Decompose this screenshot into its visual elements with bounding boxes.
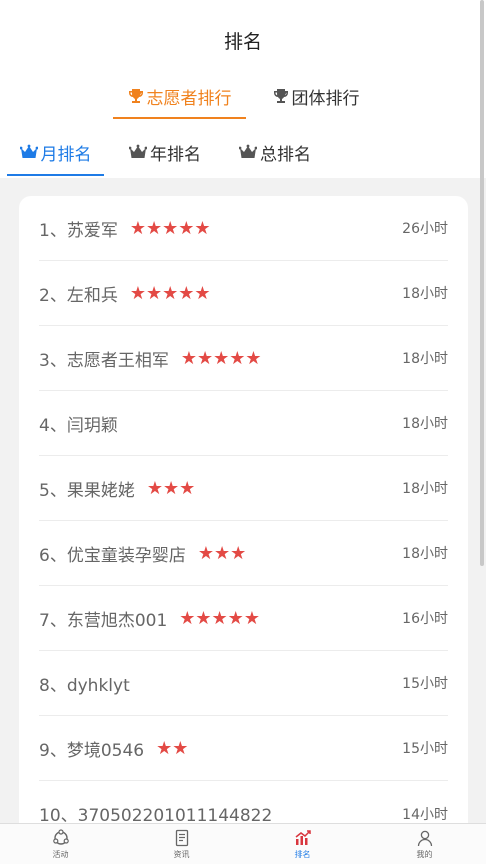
list-item[interactable]: 2、左和兵 ★★★★★ 18小时 (39, 261, 448, 326)
volunteer-name: 2、左和兵 (39, 285, 118, 306)
nav-item-profile[interactable]: 我的 (364, 824, 485, 864)
scrollbar[interactable] (480, 0, 484, 566)
trophy-icon (128, 88, 144, 104)
volunteer-name: 3、志愿者王相军 (39, 350, 169, 371)
nav-label: 排名 (294, 850, 311, 859)
nav-item-news[interactable]: 资讯 (121, 824, 242, 864)
volunteer-name: 4、闫玥颖 (39, 415, 118, 436)
nav-label: 活动 (52, 850, 69, 859)
tab-team-ranking[interactable]: 团体排行 (262, 74, 370, 118)
ranking-chart-icon (294, 829, 312, 847)
star-rating: ★★★ (146, 477, 196, 499)
crown-icon (239, 144, 257, 160)
header: 排名 志愿者排行 团体排行 月排名 年排名 总排名 (0, 0, 486, 178)
star-rating: ★★★★★ (129, 282, 211, 304)
service-hours: 18小时 (402, 481, 448, 497)
tab-volunteer-ranking[interactable]: 志愿者排行 (113, 74, 246, 119)
nav-item-activity[interactable]: 活动 (0, 824, 121, 864)
star-rating: ★★ (156, 737, 189, 759)
star-rating: ★★★ (197, 542, 247, 564)
service-hours: 14小时 (402, 806, 448, 823)
news-icon (173, 829, 191, 847)
list-item[interactable]: 7、东营旭杰001 ★★★★★ 16小时 (39, 586, 448, 651)
list-item[interactable]: 8、dyhklyt 15小时 (39, 651, 448, 716)
list-item[interactable]: 6、优宝童装孕婴店 ★★★ 18小时 (39, 521, 448, 586)
star-rating: ★★★★★ (180, 347, 262, 369)
list-item[interactable]: 5、果果姥姥 ★★★ 18小时 (39, 456, 448, 521)
service-hours: 16小时 (402, 611, 448, 627)
nav-label: 我的 (416, 850, 433, 859)
service-hours: 18小时 (402, 546, 448, 562)
bottom-nav: 活动 资讯 排名 我的 (0, 823, 486, 864)
volunteer-name: 7、东营旭杰001 (39, 610, 168, 631)
service-hours: 26小时 (402, 221, 448, 237)
star-rating: ★★★★★ (179, 607, 260, 629)
volunteer-name: 8、dyhklyt (39, 675, 130, 696)
volunteer-name: 9、梦境0546 (39, 740, 145, 761)
list-item[interactable]: 4、闫玥颖 18小时 (39, 391, 448, 456)
service-hours: 15小时 (402, 676, 448, 692)
ranking-type-tabs: 志愿者排行 团体排行 (0, 74, 486, 120)
list-item[interactable]: 9、梦境0546 ★★ 15小时 (39, 716, 448, 781)
star-rating: ★★★★★ (129, 217, 211, 239)
tab-yearly-ranking-label: 年排名 (150, 144, 201, 165)
ranking-list: 1、苏爱军 ★★★★★ 26小时 2、左和兵 ★★★★★ 18小时 3、志愿者王… (19, 196, 468, 836)
crown-icon (129, 144, 147, 160)
ranking-period-tabs: 月排名 年排名 总排名 (0, 128, 486, 176)
tab-yearly-ranking[interactable]: 年排名 (120, 128, 210, 176)
list-item[interactable]: 1、苏爱军 ★★★★★ 26小时 (39, 196, 448, 261)
crown-icon (19, 144, 38, 160)
activity-icon (52, 829, 70, 847)
nav-label: 资讯 (173, 850, 190, 859)
nav-item-ranking[interactable]: 排名 (242, 824, 363, 864)
service-hours: 18小时 (402, 351, 448, 367)
tab-monthly-ranking-label: 月排名 (40, 144, 92, 165)
page-title: 排名 (223, 31, 262, 53)
tab-volunteer-ranking-label: 志愿者排行 (146, 88, 232, 109)
list-item[interactable]: 3、志愿者王相军 ★★★★★ 18小时 (39, 326, 448, 391)
tab-team-ranking-label: 团体排行 (291, 88, 360, 109)
tab-monthly-ranking[interactable]: 月排名 (7, 128, 104, 176)
volunteer-name: 5、果果姥姥 (39, 480, 135, 501)
service-hours: 15小时 (402, 741, 448, 757)
volunteer-name: 6、优宝童装孕婴店 (39, 545, 186, 566)
service-hours: 18小时 (402, 286, 448, 302)
volunteer-name: 1、苏爱军 (39, 220, 118, 241)
tab-total-ranking[interactable]: 总排名 (230, 128, 320, 176)
profile-icon (416, 829, 434, 847)
tab-total-ranking-label: 总排名 (260, 144, 311, 165)
trophy-icon (273, 88, 289, 104)
service-hours: 18小时 (402, 416, 448, 432)
